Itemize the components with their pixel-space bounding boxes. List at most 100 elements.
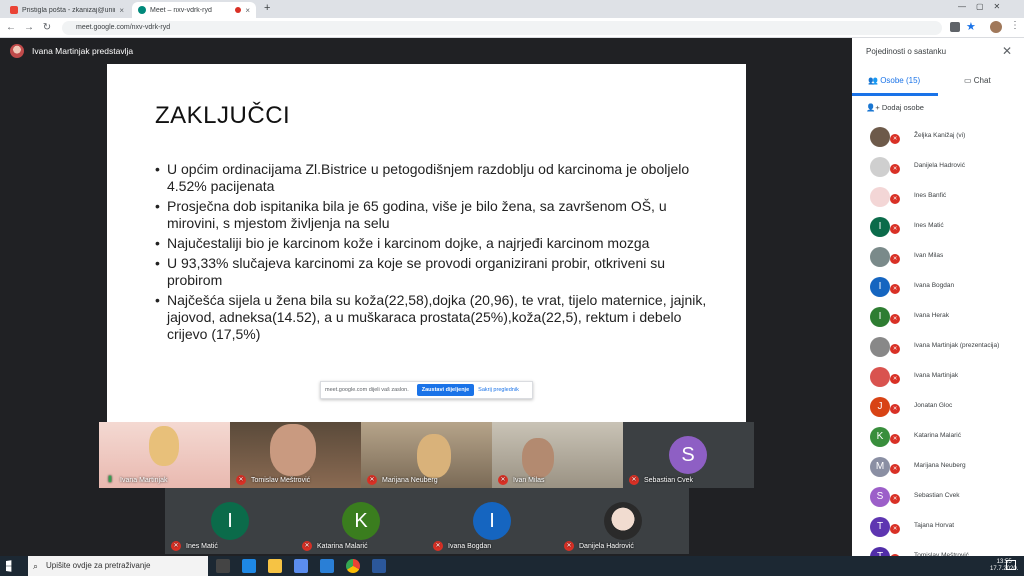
tab-people[interactable]: 👥 Osobe (15) bbox=[868, 76, 920, 85]
search-icon: ⌕ bbox=[33, 561, 39, 571]
screen-share-bar: meet.google.com dijeli vaš zaslon. Zaust… bbox=[320, 381, 533, 399]
participant-name: Katarina Malarić bbox=[914, 432, 961, 439]
reload-button[interactable]: ↻ bbox=[40, 21, 54, 35]
edge-icon[interactable] bbox=[242, 559, 256, 573]
participant-tile[interactable]: I ✕ Ivana Bogdan bbox=[427, 488, 558, 554]
participant-tile[interactable]: I ✕ Ines Matić bbox=[165, 488, 296, 554]
participant-list-item[interactable]: ✕ Ines Banfić bbox=[852, 182, 1024, 212]
address-bar[interactable]: meet.google.com/nxv-vdrk-ryd bbox=[62, 21, 942, 35]
tab-meet[interactable]: Meet – nxv-vdrk-ryd × bbox=[132, 2, 256, 18]
mic-off-icon: ✕ bbox=[890, 434, 900, 444]
chat-icon: ▭ bbox=[964, 76, 974, 85]
gmail-icon bbox=[10, 6, 18, 14]
participant-photo-avatar bbox=[604, 502, 642, 540]
participant-initial-avatar: I bbox=[211, 502, 249, 540]
mic-off-icon: ✕ bbox=[564, 541, 574, 551]
close-tab-icon[interactable]: × bbox=[119, 6, 124, 15]
task-view-icon[interactable] bbox=[216, 559, 230, 573]
participant-list-item[interactable]: ✕ Ivan Milas bbox=[852, 242, 1024, 272]
participant-list-item[interactable]: K ✕ Katarina Malarić bbox=[852, 422, 1024, 452]
tab-gmail[interactable]: Pristigla pošta - zkanizaj@unin.h × bbox=[4, 2, 130, 18]
mic-off-icon: ✕ bbox=[367, 475, 377, 485]
participant-avatar bbox=[870, 187, 890, 207]
participant-name: Ines Matić bbox=[914, 222, 944, 229]
slide-bullet: U 93,33% slučajeva karcinomi za koje se … bbox=[155, 255, 715, 289]
participant-name: Marijana Neuberg bbox=[914, 462, 966, 469]
presenter-avatar bbox=[10, 44, 24, 58]
close-tab-icon[interactable]: × bbox=[245, 6, 250, 15]
windows-start-icon[interactable] bbox=[6, 560, 12, 572]
participant-list-item[interactable]: T ✕ Tajana Horvat bbox=[852, 512, 1024, 542]
stop-sharing-button[interactable]: Zaustavi dijeljenje bbox=[416, 384, 475, 396]
participant-name: Ivana Martinjak bbox=[914, 372, 959, 379]
participant-list-item[interactable]: I ✕ Ivana Herak bbox=[852, 302, 1024, 332]
people-list: ✕ Željka Kanižaj (vi) ✕ Danijela Hadrović ✕ I… bbox=[852, 122, 1024, 556]
tile-label: ✕ Ivan Milas bbox=[492, 472, 545, 488]
mic-off-icon: ✕ bbox=[890, 134, 900, 144]
camera-icon[interactable] bbox=[950, 22, 960, 32]
participant-list-item[interactable]: ✕ Ivana Martinjak bbox=[852, 362, 1024, 392]
participant-video bbox=[270, 424, 316, 476]
participant-list-item[interactable]: ✕ Željka Kanižaj (vi) bbox=[852, 122, 1024, 152]
participant-avatar: M bbox=[870, 457, 890, 477]
participant-tile[interactable]: ✕ Marijana Neuberg bbox=[361, 422, 492, 488]
meeting-details-panel: Pojedinosti o sastanku ✕ 👥 Osobe (15) ▭ … bbox=[852, 38, 1024, 556]
participant-tile[interactable]: ✕ Tomislav Meštrović bbox=[230, 422, 361, 488]
menu-icon[interactable]: ⋮ bbox=[1010, 20, 1020, 31]
tile-label: ✕ Ines Matić bbox=[165, 538, 218, 554]
slide-bullets: U općim ordinacijama Zl.Bistrice u petog… bbox=[155, 161, 715, 346]
bookmark-star-icon[interactable]: ★ bbox=[966, 20, 976, 33]
mail-icon[interactable] bbox=[320, 559, 334, 573]
notification-icon[interactable] bbox=[1006, 560, 1016, 570]
store-icon[interactable] bbox=[294, 559, 308, 573]
taskbar-search[interactable]: ⌕ Upišite ovdje za pretraživanje bbox=[28, 556, 208, 576]
participant-avatar bbox=[870, 127, 890, 147]
mic-off-icon: ✕ bbox=[890, 404, 900, 414]
hide-bar-button[interactable]: Sakrij preglednik bbox=[478, 387, 519, 393]
back-button[interactable]: ← bbox=[4, 21, 18, 35]
participant-list-item[interactable]: J ✕ Jonatan Gloc bbox=[852, 392, 1024, 422]
mic-off-icon: ✕ bbox=[890, 524, 900, 534]
mic-off-icon: ✕ bbox=[890, 164, 900, 174]
search-placeholder: Upišite ovdje za pretraživanje bbox=[46, 561, 151, 570]
participant-avatar bbox=[870, 157, 890, 177]
participant-tile[interactable]: ✕ Danijela Hadrović bbox=[558, 488, 689, 554]
participant-avatar: T bbox=[870, 517, 890, 537]
mic-off-icon: ✕ bbox=[890, 494, 900, 504]
presenter-bar: Ivana Martinjak predstavlja bbox=[10, 43, 133, 59]
chrome-icon[interactable] bbox=[346, 559, 360, 573]
profile-avatar[interactable] bbox=[990, 21, 1002, 33]
word-icon[interactable] bbox=[372, 559, 386, 573]
participant-tile[interactable]: K ✕ Katarina Malarić bbox=[296, 488, 427, 554]
tile-label: ✕ Tomislav Meštrović bbox=[230, 472, 310, 488]
participant-video bbox=[149, 426, 179, 466]
participant-avatar: I bbox=[870, 277, 890, 297]
file-explorer-icon[interactable] bbox=[268, 559, 282, 573]
mic-off-icon: ✕ bbox=[302, 541, 312, 551]
participant-list-item[interactable]: I ✕ Ivana Bogdan bbox=[852, 272, 1024, 302]
forward-button[interactable]: → bbox=[22, 21, 36, 35]
mic-off-icon: ✕ bbox=[890, 194, 900, 204]
participant-list-item[interactable]: ✕ Danijela Hadrović bbox=[852, 152, 1024, 182]
participant-list-item[interactable]: M ✕ Marijana Neuberg bbox=[852, 452, 1024, 482]
window-controls[interactable]: —▢✕ bbox=[958, 2, 1010, 11]
participant-tile[interactable]: ⦀ Ivana Martinjak bbox=[99, 422, 230, 488]
mic-off-icon: ✕ bbox=[498, 475, 508, 485]
new-tab-button[interactable]: + bbox=[264, 2, 270, 14]
participant-avatar bbox=[870, 247, 890, 267]
mic-off-icon: ✕ bbox=[890, 344, 900, 354]
participant-avatar: J bbox=[870, 397, 890, 417]
slide-bullet: Najčešća sijela u žena bila su koža(22,5… bbox=[155, 292, 715, 343]
participant-tile[interactable]: ✕ Ivan Milas bbox=[492, 422, 623, 488]
participant-avatar bbox=[870, 367, 890, 387]
participant-initial-avatar: S bbox=[669, 436, 707, 474]
participant-list-item[interactable]: ✕ Ivana Martinjak (prezentacija) bbox=[852, 332, 1024, 362]
participant-list-item[interactable]: T✕Tomislav Meštrović bbox=[852, 542, 1024, 556]
tab-chat[interactable]: ▭ Chat bbox=[964, 76, 991, 85]
presenter-label: Ivana Martinjak predstavlja bbox=[32, 46, 134, 56]
participant-list-item[interactable]: S ✕ Sebastian Cvek bbox=[852, 482, 1024, 512]
participant-tile[interactable]: S ✕ Sebastian Cvek bbox=[623, 422, 754, 488]
close-panel-icon[interactable]: ✕ bbox=[1002, 44, 1012, 58]
participant-list-item[interactable]: I ✕ Ines Matić bbox=[852, 212, 1024, 242]
add-people-button[interactable]: 👤+ Dodaj osobe bbox=[866, 103, 924, 112]
